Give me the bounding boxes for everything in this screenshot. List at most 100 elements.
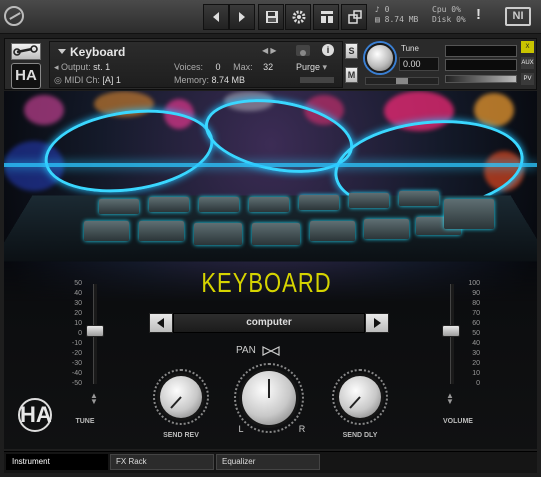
previous-arrow-icon[interactable] (203, 4, 229, 30)
rack-view-icon[interactable] (313, 4, 339, 30)
send-dly-knob[interactable] (339, 376, 381, 418)
ha-logo: HA (18, 398, 52, 432)
tab-equalizer[interactable]: Equalizer (216, 454, 320, 470)
header-tune-label: Tune (401, 44, 419, 53)
send-rev-knob[interactable] (160, 376, 202, 418)
bokeh-light (24, 95, 64, 125)
tune-scale-tick: 10 (74, 320, 82, 327)
pad (199, 197, 239, 212)
memory-icon: ▤ (375, 15, 380, 24)
pad (99, 199, 139, 214)
pad (364, 219, 409, 239)
output-row[interactable]: ◂ Output: st. 1 (54, 62, 110, 73)
output-value: st. 1 (93, 62, 111, 72)
memory-readout: 8.74 MB (384, 15, 419, 24)
pad (84, 221, 129, 241)
header-tune-control: Tune 0.00 (363, 41, 441, 87)
bottom-tabs: Instrument FX Rack Equalizer (4, 451, 537, 473)
voices-value: 0 (215, 62, 221, 72)
chevron-down-icon[interactable] (58, 49, 66, 54)
preset-name[interactable]: computer (173, 313, 365, 333)
tune-scale-tick: -20 (71, 350, 82, 357)
output-meters (443, 41, 521, 87)
tab-fx-rack[interactable]: FX Rack (110, 454, 214, 470)
tune-scale-tick: -50 (71, 380, 82, 387)
tune-scale-tick: 30 (74, 300, 82, 307)
midi-value: [A] 1 (102, 75, 121, 85)
close-icon[interactable]: X (521, 41, 534, 53)
level-meter-right (445, 59, 517, 71)
voices-memory-readout: ♪ 0 ▤ 8.74 MB (375, 5, 418, 25)
max-label: Max: (233, 62, 253, 72)
next-arrow-icon[interactable] (229, 4, 255, 30)
tune-scale-tick: -30 (71, 360, 82, 367)
tune-scale-tick: -10 (71, 340, 82, 347)
warning-icon[interactable]: ! (476, 6, 481, 23)
cpu-value: 0% (451, 5, 461, 14)
volume-stepper-icon[interactable]: ▲ ▼ (446, 392, 454, 406)
purge-dropdown[interactable]: Purge ▾ (296, 62, 327, 73)
tune-slider-thumb[interactable] (86, 325, 104, 337)
save-disk-icon[interactable] (258, 4, 284, 30)
pan-slider-thumb[interactable] (396, 78, 408, 84)
header-tune-value[interactable]: 0.00 (399, 57, 439, 71)
disk-label: Disk (432, 15, 452, 24)
pan-right-label: R (298, 424, 306, 434)
pad (310, 221, 355, 241)
header-tune-knob[interactable] (365, 43, 395, 73)
instrument-logo: HA (11, 63, 41, 89)
volume-scale-tick: 80 (472, 300, 480, 307)
gear-icon[interactable] (285, 4, 311, 30)
top-toolbar: ♪ 0 ▤ 8.74 MB Cpu 0% Disk 0% ! NI (0, 0, 541, 34)
midi-label: MIDI Ch: (64, 75, 100, 85)
tune-scale-tick: -40 (71, 370, 82, 377)
tune-stepper-icon[interactable]: ▲ ▼ (90, 392, 98, 406)
instrument-nav-arrows-icon[interactable]: ◀ ▶ (262, 46, 277, 55)
preset-next-button[interactable] (365, 313, 389, 333)
level-meter-left (445, 45, 517, 57)
pad (252, 223, 300, 245)
pad (139, 221, 184, 241)
tune-scale-tick: 20 (74, 310, 82, 317)
kontakt-logo-icon[interactable] (4, 6, 24, 26)
aux-button[interactable]: AUX (521, 57, 534, 69)
volume-slider[interactable] (445, 75, 517, 83)
pv-button[interactable]: PV (521, 73, 534, 85)
wrench-icon[interactable] (11, 43, 41, 60)
pan-knob[interactable] (242, 371, 296, 425)
disk-value: 0% (456, 15, 466, 24)
volume-label: VOLUME (443, 418, 473, 425)
volume-scale-tick: 60 (472, 320, 480, 327)
volume-scale-tick: 100 (468, 280, 480, 287)
pad (349, 193, 389, 208)
midi-row[interactable]: ◎ MIDI Ch: [A] 1 (54, 75, 121, 86)
tune-scale-tick: 0 (78, 330, 82, 337)
cpu-disk-readout: Cpu 0% Disk 0% (432, 5, 466, 25)
pan-slider[interactable] (365, 77, 439, 85)
camera-icon[interactable] (296, 45, 310, 56)
preset-previous-button[interactable] (149, 313, 173, 333)
pad (299, 195, 339, 210)
pad (444, 199, 494, 229)
mute-button[interactable]: M (345, 67, 358, 83)
midi-icon: ◎ (54, 75, 62, 85)
pad (399, 191, 439, 206)
tune-label: TUNE (75, 418, 95, 425)
ni-logo-icon[interactable]: NI (505, 7, 531, 26)
cpu-label: Cpu (432, 5, 447, 14)
purge-meter (300, 77, 334, 83)
minimize-view-icon[interactable] (341, 4, 367, 30)
tab-instrument[interactable]: Instrument (6, 454, 108, 470)
header-left-tools: HA (9, 41, 45, 89)
solo-button[interactable]: S (345, 43, 358, 59)
memory-row: Memory: 8.74 MB (174, 75, 245, 85)
instrument-name[interactable]: Keyboard (70, 45, 125, 59)
purge-label: Purge (296, 62, 321, 72)
side-tags: X AUX PV (521, 41, 535, 87)
volume-scale-tick: 0 (476, 380, 480, 387)
volume-scale-tick: 70 (472, 310, 480, 317)
max-voices-value[interactable]: 32 (263, 62, 273, 72)
volume-slider-thumb[interactable] (442, 325, 460, 337)
info-icon[interactable]: i (322, 44, 334, 56)
pan-left-label: L (238, 424, 244, 434)
